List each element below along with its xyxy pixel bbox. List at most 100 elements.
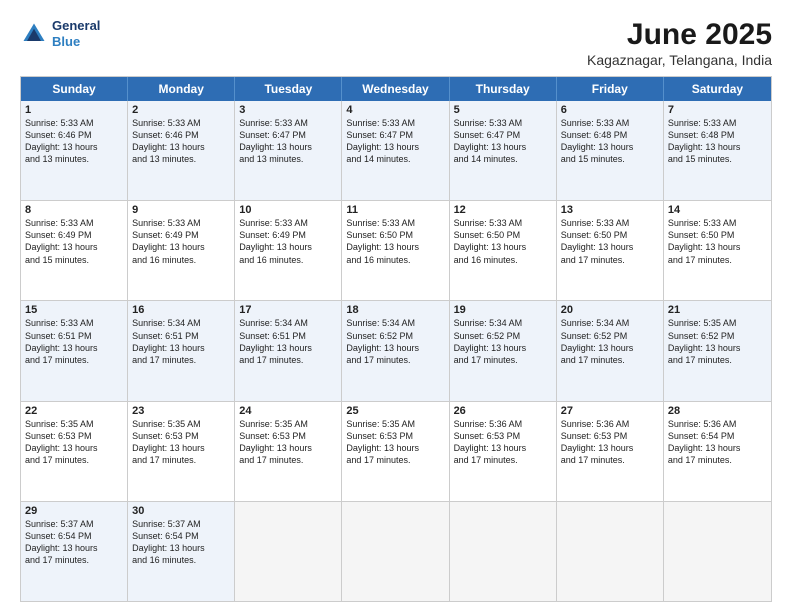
calendar-cell-12: 12Sunrise: 5:33 AMSunset: 6:50 PMDayligh… [450,201,557,300]
cell-info: Sunrise: 5:36 AMSunset: 6:53 PMDaylight:… [454,418,552,467]
day-number: 6 [561,104,659,116]
header-day-thursday: Thursday [450,77,557,101]
cell-info: Sunrise: 5:34 AMSunset: 6:52 PMDaylight:… [561,317,659,366]
calendar-cell-24: 24Sunrise: 5:35 AMSunset: 6:53 PMDayligh… [235,402,342,501]
calendar-cell-11: 11Sunrise: 5:33 AMSunset: 6:50 PMDayligh… [342,201,449,300]
calendar-cell-30: 30Sunrise: 5:37 AMSunset: 6:54 PMDayligh… [128,502,235,601]
day-number: 10 [239,204,337,216]
calendar-cell-16: 16Sunrise: 5:34 AMSunset: 6:51 PMDayligh… [128,301,235,400]
day-number: 8 [25,204,123,216]
calendar-cell-18: 18Sunrise: 5:34 AMSunset: 6:52 PMDayligh… [342,301,449,400]
logo-icon [20,20,48,48]
calendar-cell-1: 1Sunrise: 5:33 AMSunset: 6:46 PMDaylight… [21,101,128,200]
header-area: General Blue June 2025 Kagaznagar, Telan… [20,18,772,68]
day-number: 2 [132,104,230,116]
cell-info: Sunrise: 5:37 AMSunset: 6:54 PMDaylight:… [132,518,230,567]
calendar-row-3: 15Sunrise: 5:33 AMSunset: 6:51 PMDayligh… [21,300,771,400]
day-number: 18 [346,304,444,316]
header-day-saturday: Saturday [664,77,771,101]
day-number: 12 [454,204,552,216]
header-day-tuesday: Tuesday [235,77,342,101]
calendar-cell-8: 8Sunrise: 5:33 AMSunset: 6:49 PMDaylight… [21,201,128,300]
day-number: 29 [25,505,123,517]
day-number: 20 [561,304,659,316]
cell-info: Sunrise: 5:34 AMSunset: 6:51 PMDaylight:… [239,317,337,366]
calendar: SundayMondayTuesdayWednesdayThursdayFrid… [20,76,772,602]
calendar-cell-4: 4Sunrise: 5:33 AMSunset: 6:47 PMDaylight… [342,101,449,200]
cell-info: Sunrise: 5:34 AMSunset: 6:52 PMDaylight:… [346,317,444,366]
calendar-cell-20: 20Sunrise: 5:34 AMSunset: 6:52 PMDayligh… [557,301,664,400]
cell-info: Sunrise: 5:33 AMSunset: 6:50 PMDaylight:… [561,217,659,266]
day-number: 13 [561,204,659,216]
calendar-row-1: 1Sunrise: 5:33 AMSunset: 6:46 PMDaylight… [21,101,771,200]
calendar-cell-23: 23Sunrise: 5:35 AMSunset: 6:53 PMDayligh… [128,402,235,501]
day-number: 5 [454,104,552,116]
cell-info: Sunrise: 5:34 AMSunset: 6:51 PMDaylight:… [132,317,230,366]
calendar-cell-28: 28Sunrise: 5:36 AMSunset: 6:54 PMDayligh… [664,402,771,501]
day-number: 4 [346,104,444,116]
day-number: 17 [239,304,337,316]
cell-info: Sunrise: 5:33 AMSunset: 6:46 PMDaylight:… [132,117,230,166]
day-number: 24 [239,405,337,417]
logo-line2: Blue [52,34,100,50]
cell-info: Sunrise: 5:33 AMSunset: 6:47 PMDaylight:… [454,117,552,166]
header-day-wednesday: Wednesday [342,77,449,101]
calendar-cell-empty [342,502,449,601]
calendar-row-4: 22Sunrise: 5:35 AMSunset: 6:53 PMDayligh… [21,401,771,501]
month-title: June 2025 [587,18,772,52]
calendar-cell-14: 14Sunrise: 5:33 AMSunset: 6:50 PMDayligh… [664,201,771,300]
cell-info: Sunrise: 5:33 AMSunset: 6:47 PMDaylight:… [239,117,337,166]
calendar-cell-13: 13Sunrise: 5:33 AMSunset: 6:50 PMDayligh… [557,201,664,300]
cell-info: Sunrise: 5:35 AMSunset: 6:53 PMDaylight:… [346,418,444,467]
calendar-row-2: 8 Sunrise: 5:33 AMSunset: 6:49 PMDaylight… [21,200,771,300]
cell-info: Sunrise: 5:37 AMSunset: 6:54 PMDaylight:… [25,518,123,567]
logo: General Blue [20,18,100,49]
day-number: 3 [239,104,337,116]
calendar-cell-17: 17Sunrise: 5:34 AMSunset: 6:51 PMDayligh… [235,301,342,400]
cell-info: Sunrise: 5:35 AMSunset: 6:53 PMDaylight:… [25,418,123,467]
cell-info: Sunrise: 5:33 AMSunset: 6:49 PMDaylight:… [239,217,337,266]
day-number: 19 [454,304,552,316]
cell-info: Sunrise: 5:33 AMSunset: 6:46 PMDaylight:… [25,117,123,166]
logo-text: General Blue [52,18,100,49]
cell-info: Sunrise: 5:33 AMSunset: 6:50 PMDaylight:… [346,217,444,266]
header-day-monday: Monday [128,77,235,101]
day-number: 26 [454,405,552,417]
header-day-friday: Friday [557,77,664,101]
cell-info: Sunrise: 5:33 AMSunset: 6:49 PMDaylight:… [132,217,230,266]
calendar-cell-27: 27Sunrise: 5:36 AMSunset: 6:53 PMDayligh… [557,402,664,501]
cell-info: Sunrise: 5:35 AMSunset: 6:53 PMDaylight:… [239,418,337,467]
calendar-cell-9: 9Sunrise: 5:33 AMSunset: 6:49 PMDaylight… [128,201,235,300]
cell-info: Sunrise: 5:33 AMSunset: 6:50 PMDaylight:… [454,217,552,266]
calendar-cell-25: 25Sunrise: 5:35 AMSunset: 6:53 PMDayligh… [342,402,449,501]
cell-info: Sunrise: 5:33 AMSunset: 6:48 PMDaylight:… [668,117,767,166]
page: General Blue June 2025 Kagaznagar, Telan… [0,0,792,612]
day-number: 30 [132,505,230,517]
cell-info: Sunrise: 5:35 AMSunset: 6:53 PMDaylight:… [132,418,230,467]
day-number: 23 [132,405,230,417]
day-number: 9 [132,204,230,216]
logo-line1: General [52,18,100,34]
calendar-cell-7: 7Sunrise: 5:33 AMSunset: 6:48 PMDaylight… [664,101,771,200]
calendar-cell-10: 10Sunrise: 5:33 AMSunset: 6:49 PMDayligh… [235,201,342,300]
calendar-cell-empty [557,502,664,601]
day-number: 11 [346,204,444,216]
day-number: 7 [668,104,767,116]
calendar-row-5: 29Sunrise: 5:37 AMSunset: 6:54 PMDayligh… [21,501,771,601]
location-title: Kagaznagar, Telangana, India [587,52,772,68]
day-number: 1 [25,104,123,116]
day-number: 21 [668,304,767,316]
calendar-body: 1Sunrise: 5:33 AMSunset: 6:46 PMDaylight… [21,101,771,601]
cell-info: Sunrise: 5:35 AMSunset: 6:52 PMDaylight:… [668,317,767,366]
calendar-header: SundayMondayTuesdayWednesdayThursdayFrid… [21,77,771,101]
day-number: 27 [561,405,659,417]
calendar-cell-15: 15Sunrise: 5:33 AMSunset: 6:51 PMDayligh… [21,301,128,400]
calendar-cell-5: 5Sunrise: 5:33 AMSunset: 6:47 PMDaylight… [450,101,557,200]
cell-info: Sunrise: 5:36 AMSunset: 6:53 PMDaylight:… [561,418,659,467]
calendar-cell-21: 21Sunrise: 5:35 AMSunset: 6:52 PMDayligh… [664,301,771,400]
day-number: 22 [25,405,123,417]
cell-info: Sunrise: 5:36 AMSunset: 6:54 PMDaylight:… [668,418,767,467]
calendar-cell-empty [235,502,342,601]
cell-info: Sunrise: 5:34 AMSunset: 6:52 PMDaylight:… [454,317,552,366]
cell-info: Sunrise: 5:33 AMSunset: 6:48 PMDaylight:… [561,117,659,166]
